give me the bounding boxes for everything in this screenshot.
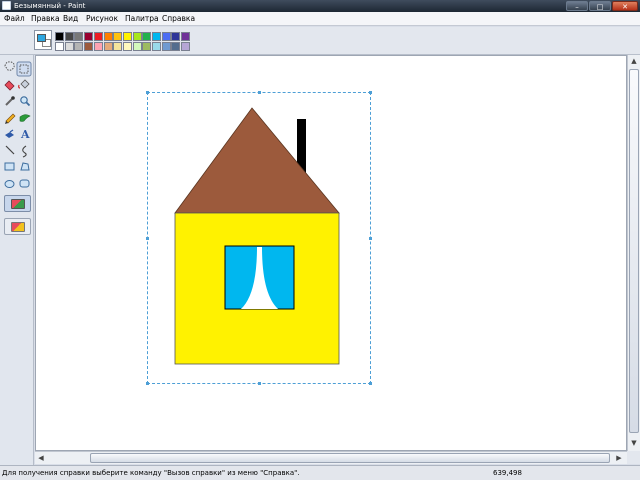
- scroll-up-arrow-icon[interactable]: ▲: [628, 55, 640, 67]
- menu-image[interactable]: Рисунок: [86, 14, 118, 24]
- scroll-left-arrow-icon[interactable]: ◀: [35, 452, 47, 464]
- rectangle-icon[interactable]: [4, 162, 15, 171]
- palette-swatch[interactable]: [84, 32, 94, 41]
- cursor-coordinates: 639,498: [493, 469, 522, 477]
- palette-swatch[interactable]: [152, 32, 161, 41]
- menu-view[interactable]: Вид: [63, 14, 78, 24]
- selection-handle[interactable]: [146, 237, 149, 240]
- svg-text:A: A: [20, 128, 30, 141]
- palette-swatch[interactable]: [142, 32, 152, 41]
- menu-edit[interactable]: Правка: [31, 14, 60, 24]
- pencil-icon[interactable]: [5, 113, 16, 124]
- palette-swatch[interactable]: [103, 32, 113, 41]
- color-picker-icon[interactable]: [5, 96, 15, 106]
- selection-handle[interactable]: [369, 237, 372, 240]
- menu-bar: Файл Правка Вид Рисунок Палитра Справка: [0, 12, 640, 26]
- palette-swatch[interactable]: [171, 32, 181, 41]
- selection-handle[interactable]: [146, 91, 149, 94]
- line-icon[interactable]: [5, 145, 15, 155]
- palette-swatch[interactable]: [103, 42, 113, 51]
- palette-swatch[interactable]: [64, 42, 74, 51]
- foreground-color-swatch[interactable]: [37, 34, 46, 42]
- selection-handle[interactable]: [258, 382, 261, 385]
- palette-swatch[interactable]: [113, 42, 123, 51]
- free-select-icon[interactable]: [4, 61, 15, 71]
- curve-icon[interactable]: [22, 145, 27, 158]
- selection-rectangle[interactable]: [147, 92, 371, 384]
- palette-swatch[interactable]: [181, 32, 191, 41]
- magnifier-icon[interactable]: [20, 96, 31, 107]
- horizontal-scrollbar[interactable]: ◀ ▶: [35, 451, 627, 464]
- maximize-button[interactable]: □: [589, 1, 611, 11]
- selection-handle[interactable]: [369, 382, 372, 385]
- selection-handle[interactable]: [369, 91, 372, 94]
- palette-swatch[interactable]: [181, 42, 191, 51]
- palette-swatch[interactable]: [122, 32, 132, 41]
- palette-swatch[interactable]: [122, 42, 132, 51]
- tool-icons: A: [4, 61, 32, 188]
- palette-swatch[interactable]: [132, 32, 142, 41]
- horizontal-scroll-thumb[interactable]: [90, 453, 610, 463]
- palette-swatch[interactable]: [93, 32, 103, 41]
- palette-swatch[interactable]: [161, 32, 171, 41]
- selection-opaque-option[interactable]: [4, 195, 31, 212]
- scroll-corner: [627, 451, 640, 464]
- paint-app-icon[interactable]: [2, 1, 11, 10]
- text-icon[interactable]: A: [20, 128, 30, 141]
- current-colors[interactable]: [34, 30, 52, 50]
- menu-colors[interactable]: Палитра: [125, 14, 159, 24]
- palette-swatch[interactable]: [113, 32, 123, 41]
- menu-help[interactable]: Справка: [162, 14, 195, 24]
- ellipse-icon[interactable]: [4, 180, 15, 188]
- polygon-icon[interactable]: [20, 162, 30, 171]
- palette-swatch[interactable]: [55, 32, 64, 41]
- palette-swatch[interactable]: [55, 42, 64, 51]
- opaque-mode-icon: [11, 199, 25, 209]
- eraser-icon[interactable]: [4, 80, 15, 91]
- selection-handle[interactable]: [146, 382, 149, 385]
- minimize-button[interactable]: –: [566, 1, 588, 11]
- palette-swatch[interactable]: [64, 32, 74, 41]
- color-palette-bar: [0, 27, 640, 55]
- palette-swatch[interactable]: [74, 42, 84, 51]
- title-bar: Безымянный - Paint – □ ✕: [0, 0, 640, 12]
- airbrush-icon[interactable]: [5, 129, 14, 138]
- palette-swatch[interactable]: [84, 42, 94, 51]
- menu-file[interactable]: Файл: [4, 14, 25, 24]
- palette-swatch[interactable]: [142, 42, 152, 51]
- scroll-down-arrow-icon[interactable]: ▼: [628, 437, 640, 449]
- toolbox: A: [0, 55, 34, 465]
- palette-swatch[interactable]: [93, 42, 103, 51]
- close-button[interactable]: ✕: [612, 1, 638, 11]
- drawing-canvas[interactable]: [35, 55, 627, 451]
- vertical-scroll-thumb[interactable]: [629, 69, 639, 433]
- window-title: Безымянный - Paint: [14, 2, 86, 10]
- selection-transparent-option[interactable]: [4, 218, 31, 235]
- rounded-rect-icon[interactable]: [19, 179, 30, 188]
- scroll-right-arrow-icon[interactable]: ▶: [613, 452, 625, 464]
- fill-icon[interactable]: [18, 79, 30, 89]
- palette-swatch[interactable]: [74, 32, 84, 41]
- palette-swatch[interactable]: [132, 42, 142, 51]
- palette-swatch[interactable]: [152, 42, 161, 51]
- status-bar: Для получения справки выберите команду "…: [0, 465, 640, 480]
- transparent-mode-icon: [11, 222, 25, 232]
- palette-swatch[interactable]: [171, 42, 181, 51]
- status-message: Для получения справки выберите команду "…: [2, 469, 300, 477]
- brush-icon[interactable]: [19, 114, 31, 122]
- rect-select-tool-active[interactable]: [16, 61, 32, 77]
- palette-swatch[interactable]: [161, 42, 171, 51]
- selection-handle[interactable]: [258, 91, 261, 94]
- vertical-scrollbar[interactable]: ▲ ▼: [627, 55, 640, 451]
